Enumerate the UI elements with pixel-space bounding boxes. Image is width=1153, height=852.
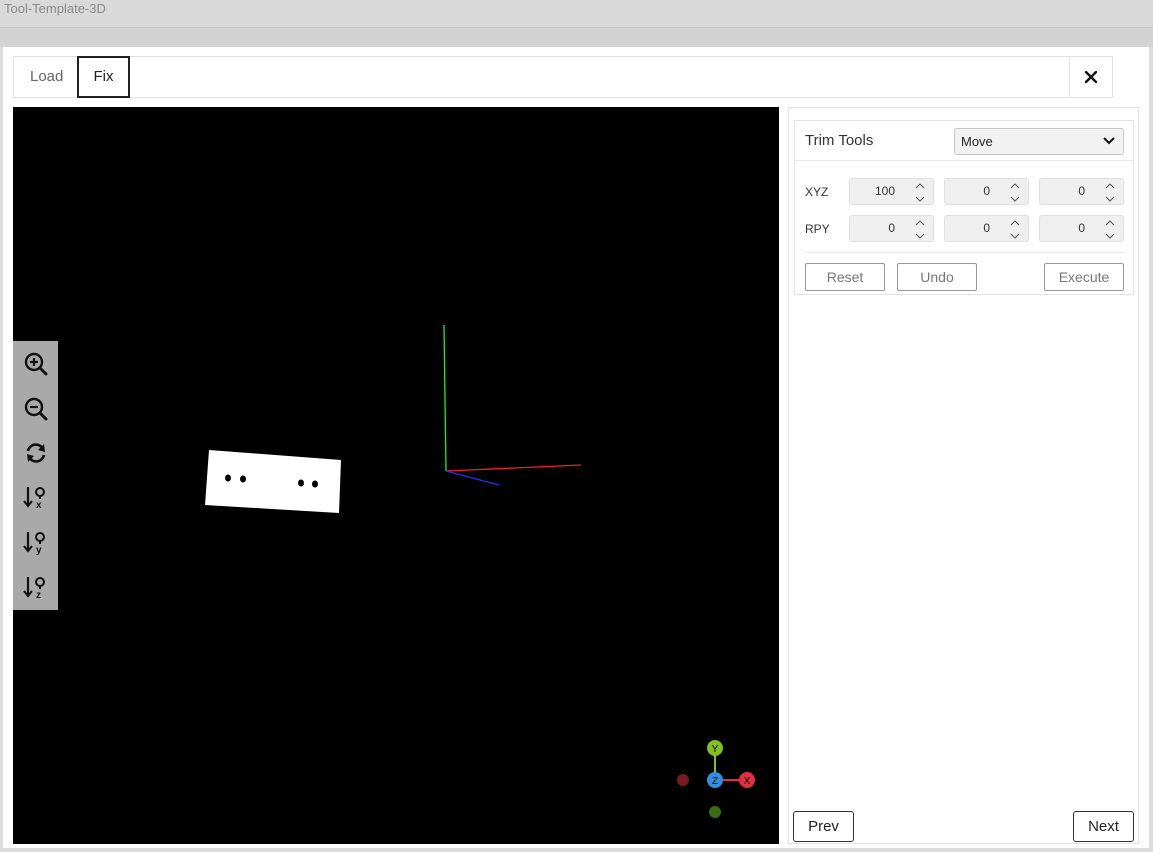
spinner-arrows-icon[interactable]	[1008, 217, 1022, 242]
gizmo-neg-x-dot[interactable]	[677, 774, 689, 786]
main-panel: Load Fix Y X Z x y z Trim Tools Move XYZ…	[3, 47, 1149, 848]
spinner-arrows-icon[interactable]	[913, 180, 927, 205]
spinner-arrows-icon[interactable]	[1008, 180, 1022, 205]
view-y-icon: y	[23, 532, 45, 556]
point-cloud-object	[205, 450, 341, 513]
z-value: 0	[1078, 184, 1085, 198]
execute-button[interactable]: Execute	[1044, 263, 1124, 291]
object-hole	[312, 480, 318, 488]
spinner-arrows-icon[interactable]	[913, 217, 927, 242]
gizmo-neg-y-dot[interactable]	[709, 806, 721, 818]
roll-input[interactable]: 0	[849, 215, 934, 242]
3d-viewport[interactable]: Y X Z x y z	[13, 107, 779, 844]
chevron-down-icon	[1103, 137, 1115, 145]
spinner-arrows-icon[interactable]	[1103, 180, 1117, 205]
trim-tools-title: Trim Tools	[805, 132, 874, 149]
gizmo-z-label: Z	[712, 776, 718, 787]
zoom-in-icon	[24, 352, 48, 376]
reset-button[interactable]: Reset	[805, 263, 885, 291]
refresh-icon	[26, 443, 46, 463]
divider	[805, 252, 1124, 253]
tab-bar: Load Fix	[13, 56, 1113, 98]
pitch-input[interactable]: 0	[944, 215, 1029, 242]
pitch-value: 0	[983, 221, 990, 235]
svg-text:z: z	[36, 590, 41, 600]
rpy-label: RPY	[805, 222, 830, 236]
object-hole	[298, 479, 304, 487]
xyz-label: XYZ	[805, 185, 829, 199]
x-input[interactable]: 100	[849, 178, 934, 205]
window-title: Tool-Template-3D	[4, 1, 106, 16]
zoom-out-button[interactable]	[23, 396, 49, 422]
trim-mode-value: Move	[961, 134, 993, 149]
yaw-input[interactable]: 0	[1039, 215, 1124, 242]
next-button[interactable]: Next	[1073, 811, 1134, 842]
view-x-icon: x	[23, 487, 45, 511]
object-hole	[240, 475, 246, 483]
y-value: 0	[983, 184, 990, 198]
prev-button[interactable]: Prev	[793, 811, 854, 842]
reset-view-button[interactable]	[23, 440, 49, 466]
zoom-out-icon	[24, 397, 48, 421]
z-input[interactable]: 0	[1039, 178, 1124, 205]
svg-text:y: y	[36, 545, 42, 555]
x-value: 100	[874, 184, 895, 198]
divider	[795, 160, 1133, 161]
trim-mode-select[interactable]: Move	[954, 128, 1124, 155]
gizmo-x-label: X	[744, 776, 751, 787]
toolbar-strip	[0, 28, 1153, 47]
view-y-button[interactable]: y	[23, 529, 49, 556]
tab-fix[interactable]: Fix	[77, 56, 130, 98]
gizmo-y-label: Y	[712, 744, 719, 755]
yaw-value: 0	[1078, 221, 1085, 235]
view-z-button[interactable]: z	[23, 574, 49, 601]
undo-button[interactable]: Undo	[897, 263, 977, 291]
tab-load[interactable]: Load	[30, 57, 63, 97]
zoom-in-button[interactable]	[23, 351, 49, 377]
view-z-icon: z	[23, 577, 45, 601]
viewer-toolbar: x y z	[13, 341, 58, 610]
axis-x-line	[445, 464, 582, 472]
scene: Y X Z	[205, 324, 755, 818]
side-panel: Trim Tools Move XYZ 100 0 0 RPY 0 0 0 Re…	[788, 107, 1139, 844]
object-hole	[225, 474, 231, 482]
title-bar: Tool-Template-3D	[0, 0, 1153, 28]
axis-y-line	[443, 324, 447, 472]
close-icon	[1085, 71, 1097, 83]
trim-tools-box: Trim Tools Move XYZ 100 0 0 RPY 0 0 0 Re…	[794, 120, 1134, 295]
spinner-arrows-icon[interactable]	[1103, 217, 1117, 242]
view-x-button[interactable]: x	[23, 484, 49, 511]
y-input[interactable]: 0	[944, 178, 1029, 205]
roll-value: 0	[888, 221, 895, 235]
svg-text:x: x	[36, 500, 42, 510]
axis-z-line	[445, 470, 500, 486]
close-button[interactable]	[1069, 57, 1112, 97]
